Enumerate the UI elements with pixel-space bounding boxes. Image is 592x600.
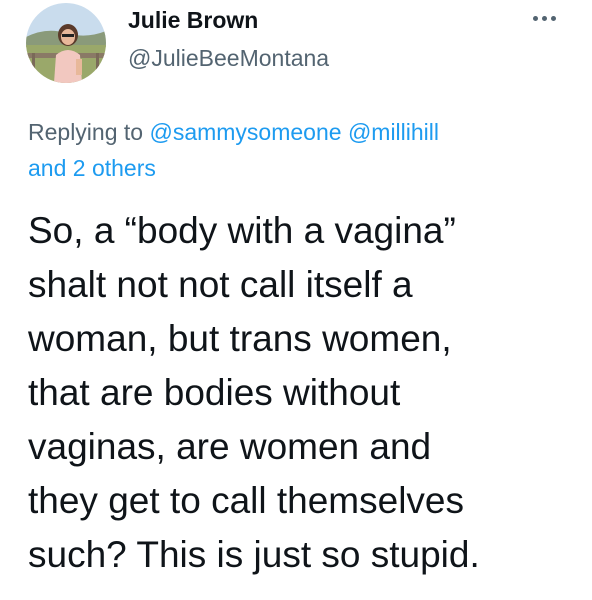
replying-to-label: Replying to xyxy=(28,119,144,145)
reply-context: Replying to @sammysomeone @millihill and… xyxy=(28,114,568,186)
mention-link[interactable]: @millihill xyxy=(348,119,439,145)
tweet-text-line: such? This is just so stupid. xyxy=(28,534,480,575)
user-handle[interactable]: @JulieBeeMontana xyxy=(128,45,329,72)
tweet-card: Julie Brown @JulieBeeMontana Replying to… xyxy=(0,0,592,600)
mention-link[interactable]: @sammysomeone xyxy=(149,119,341,145)
tweet-text-line: So, a “body with a vagina” xyxy=(28,210,456,251)
profile-photo-icon xyxy=(26,3,106,83)
more-dots-icon xyxy=(550,15,556,21)
avatar[interactable] xyxy=(26,3,106,83)
more-options-button[interactable] xyxy=(524,6,564,30)
others-link[interactable]: and 2 others xyxy=(28,155,156,181)
display-name[interactable]: Julie Brown xyxy=(128,7,258,34)
tweet-text-line: they get to call themselves xyxy=(28,480,464,521)
tweet-text-line: shalt not not call itself a xyxy=(28,264,413,305)
tweet-text: So, a “body with a vagina” shalt not not… xyxy=(28,204,588,582)
more-dots-icon xyxy=(532,15,538,21)
more-dots-icon xyxy=(541,15,547,21)
tweet-text-line: that are bodies without xyxy=(28,372,401,413)
tweet-text-line: vaginas, are women and xyxy=(28,426,432,467)
tweet-text-line: woman, but trans women, xyxy=(28,318,452,359)
